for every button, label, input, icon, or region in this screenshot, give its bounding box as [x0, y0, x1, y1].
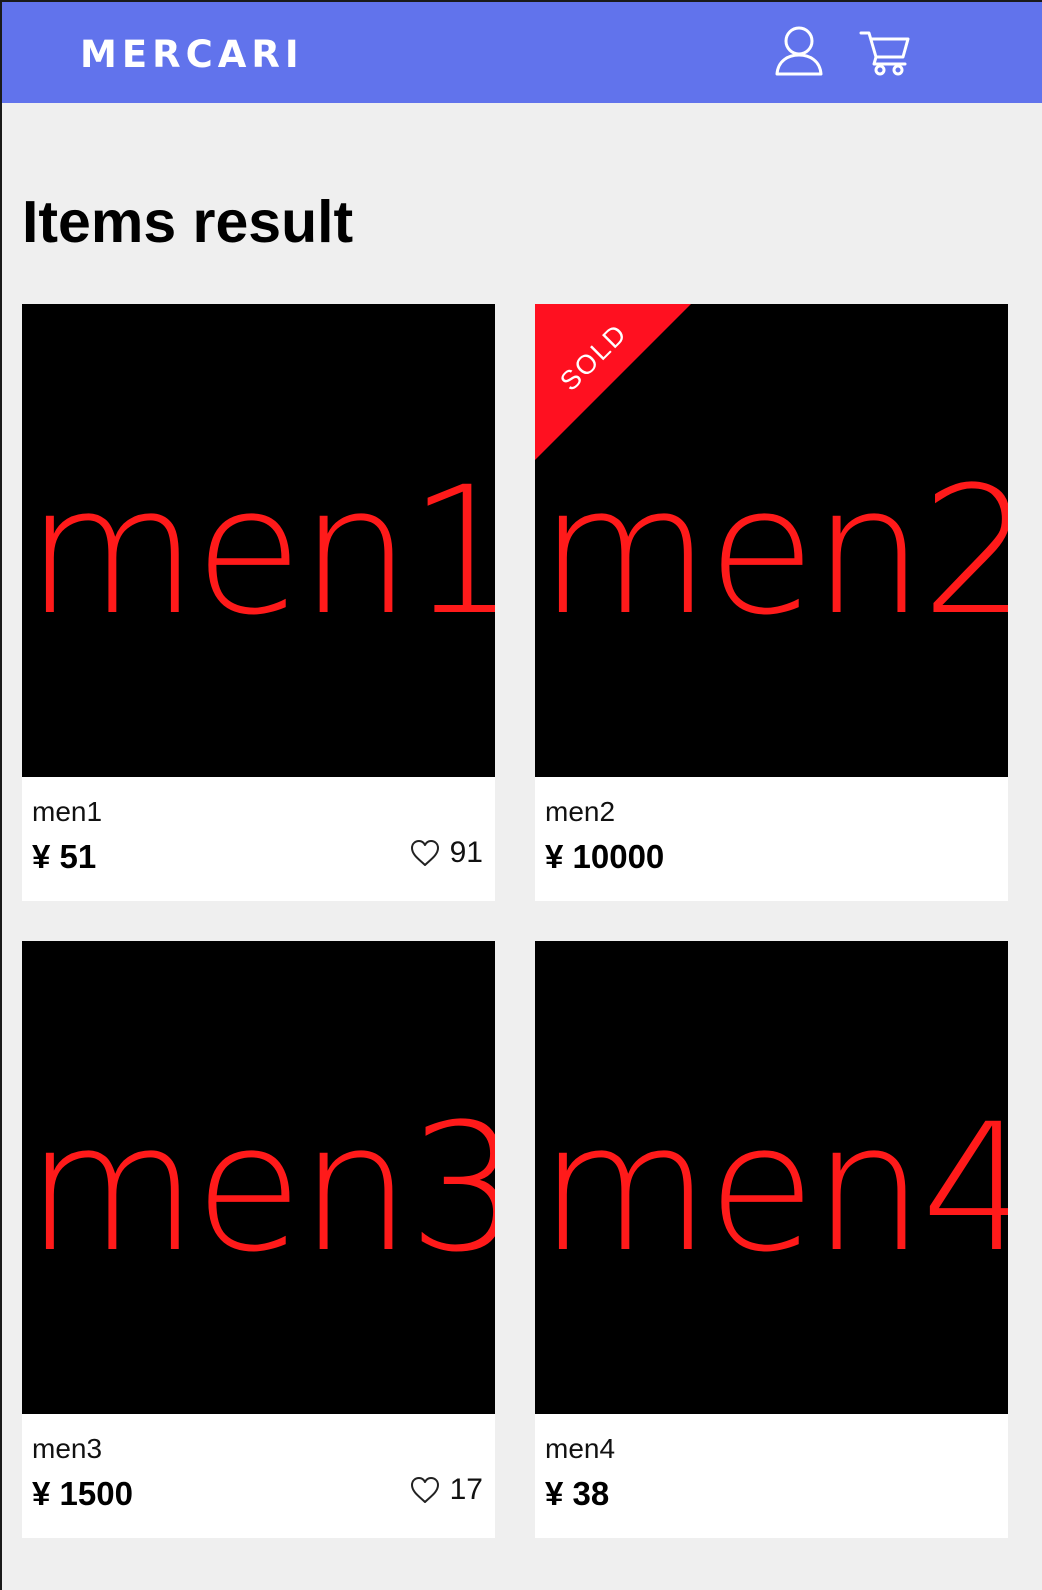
item-thumbnail[interactable]: men1 [22, 304, 495, 777]
item-price: ¥ 10000 [545, 838, 665, 875]
item-thumbnail[interactable]: men2 SOLD [535, 304, 1008, 777]
item-price: ¥ 51 [32, 838, 97, 875]
page: MERCARI Items result men1 men1 ¥ 51 91 m… [0, 0, 1042, 1590]
item-card-men2[interactable]: men2 SOLD men2 ¥ 10000 [535, 304, 1008, 901]
item-card-men4[interactable]: men4 men4 ¥ 38 [535, 941, 1008, 1538]
item-info: men1 ¥ 51 91 [22, 777, 495, 901]
heart-icon [410, 1477, 439, 1503]
window-edge [0, 0, 2, 1590]
sold-ribbon: SOLD [535, 304, 695, 464]
item-info: men3 ¥ 1500 17 [22, 1414, 495, 1538]
item-info: men4 ¥ 38 [535, 1414, 1008, 1538]
like-count: 91 [449, 836, 483, 869]
item-price: ¥ 1500 [32, 1475, 133, 1512]
thumbnail-text: men2 [539, 449, 1008, 654]
items-grid: men1 men1 ¥ 51 91 men2 SOLD men2 ¥ 10000… [22, 304, 1022, 1552]
cart-icon[interactable] [858, 24, 912, 78]
header-bar: MERCARI [2, 0, 1042, 103]
page-title: Items result [22, 189, 354, 255]
item-thumbnail[interactable]: men4 [535, 941, 1008, 1414]
thumbnail-text: men4 [539, 1086, 1008, 1291]
item-thumbnail[interactable]: men3 [22, 941, 495, 1414]
item-price: ¥ 38 [545, 1475, 610, 1512]
item-card-men3[interactable]: men3 men3 ¥ 1500 17 [22, 941, 495, 1538]
item-name: men4 [545, 1433, 616, 1464]
like-button[interactable]: 17 [409, 1470, 483, 1510]
user-icon[interactable] [772, 24, 826, 78]
like-count: 17 [449, 1473, 483, 1506]
item-name: men1 [32, 796, 103, 827]
heart-icon [410, 840, 439, 866]
item-name: men2 [545, 796, 616, 827]
thumbnail-text: men3 [26, 1086, 495, 1291]
like-button[interactable]: 91 [409, 833, 483, 873]
item-info: men2 ¥ 10000 [535, 777, 1008, 901]
mercari-logo[interactable]: MERCARI [80, 32, 304, 78]
thumbnail-text: men1 [26, 449, 495, 654]
item-name: men3 [32, 1433, 103, 1464]
item-card-men1[interactable]: men1 men1 ¥ 51 91 [22, 304, 495, 901]
